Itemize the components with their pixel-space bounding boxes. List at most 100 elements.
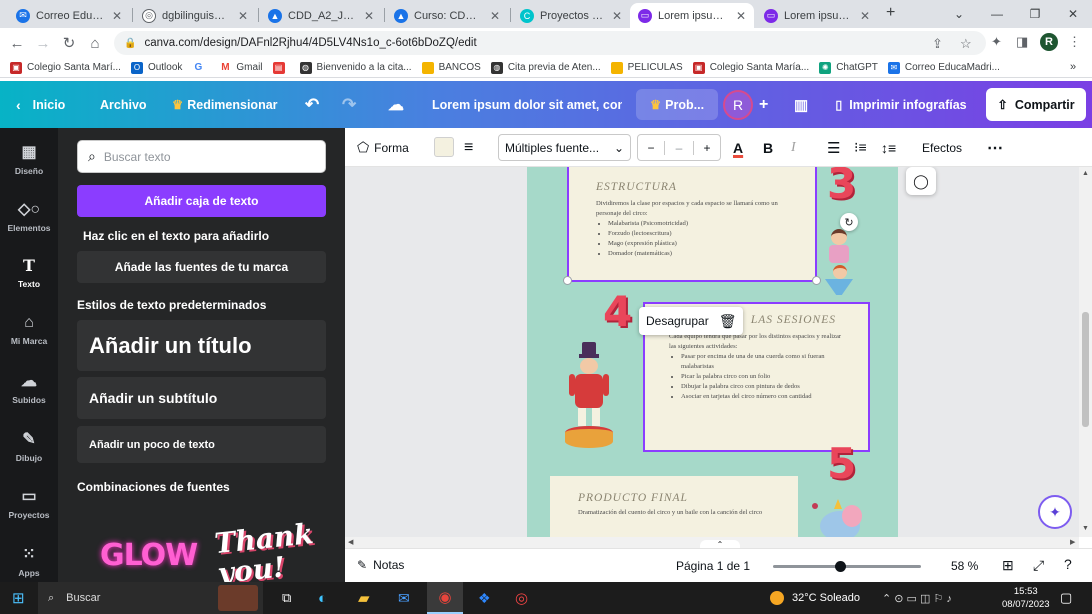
- cloud-sync-icon[interactable]: ☁: [388, 81, 404, 128]
- close-icon[interactable]: ✕: [112, 9, 122, 23]
- rail-item-projects[interactable]: ▭ Proyectos: [0, 486, 58, 520]
- browser-tab[interactable]: ▲ CDD_A2_JULIO23 ✕: [260, 3, 382, 28]
- add-brand-fonts-button[interactable]: Añade las fuentes de tu marca: [77, 251, 326, 283]
- design-canvas[interactable]: ESTRUCTURA Dividiremos la clase por espa…: [345, 167, 1079, 537]
- vertical-scrollbar[interactable]: ▲ ▼: [1079, 167, 1092, 537]
- browser-tab[interactable]: ✉ Correo EducaMadrid ✕: [8, 3, 130, 28]
- bookmark[interactable]: ◍ Bienvenido a la cita...: [299, 61, 412, 74]
- obs-icon[interactable]: ◎: [515, 582, 528, 614]
- add-collaborator-icon[interactable]: +: [759, 81, 768, 128]
- effects-button[interactable]: Efectos: [922, 128, 962, 167]
- edge-icon[interactable]: ◐: [318, 582, 327, 614]
- home-icon[interactable]: ⌂: [82, 35, 108, 52]
- fill-color-swatch[interactable]: [434, 137, 454, 157]
- decrease-size-button[interactable]: −: [638, 141, 664, 155]
- font-combo-thank-you[interactable]: Thank you!: [213, 517, 319, 582]
- bookmark[interactable]: ✺ ChatGPT: [819, 61, 878, 74]
- minimize-icon[interactable]: —: [978, 7, 1016, 21]
- italic-icon[interactable]: I: [791, 128, 796, 167]
- rail-item-uploads[interactable]: ☁ Subidos: [0, 371, 58, 405]
- resize-handle[interactable]: [563, 276, 572, 285]
- redo-icon[interactable]: ↷: [342, 81, 356, 128]
- page-indicator[interactable]: Página 1 de 1: [676, 559, 750, 573]
- file-menu-button[interactable]: Archivo: [100, 81, 147, 128]
- address-bar[interactable]: 🔒 canva.com/design/DAFnl2Rjhu4/4D5LV4Ns1…: [114, 31, 986, 55]
- close-icon[interactable]: ✕: [612, 9, 622, 23]
- document-title[interactable]: Lorem ipsum dolor sit amet, con...: [432, 81, 622, 128]
- add-subheading-button[interactable]: Añadir un subtítulo: [77, 377, 326, 419]
- search-input[interactable]: ⌕ Buscar texto: [77, 140, 326, 173]
- rail-item-draw[interactable]: ✎ Dibujo: [0, 429, 58, 463]
- scroll-thumb[interactable]: [1082, 312, 1089, 427]
- add-heading-button[interactable]: Añadir un título: [77, 320, 326, 371]
- ungroup-button[interactable]: Desagrupar 🗑: [639, 307, 744, 335]
- fullscreen-icon[interactable]: ⤢: [1033, 557, 1044, 574]
- chrome-taskbar-icon[interactable]: ◉: [427, 582, 463, 614]
- file-explorer-icon[interactable]: ▰: [358, 582, 370, 614]
- browser-tab[interactable]: C Proyectos - Canva ✕: [512, 3, 630, 28]
- add-text-box-button[interactable]: Añadir caja de texto: [77, 185, 326, 217]
- bookmark[interactable]: M Gmail: [219, 61, 263, 74]
- comment-icon[interactable]: ◯: [906, 167, 936, 195]
- mail-app-icon[interactable]: ✉: [398, 582, 410, 614]
- scroll-down-icon[interactable]: ▼: [1082, 525, 1089, 532]
- forward-icon[interactable]: →: [30, 35, 56, 52]
- bookmark-folder[interactable]: PELICULAS: [610, 61, 683, 74]
- collaborator-avatar[interactable]: R: [723, 90, 753, 120]
- bookmark[interactable]: O Outlook: [130, 61, 182, 74]
- new-tab-button[interactable]: +: [886, 4, 895, 22]
- scroll-left-icon[interactable]: ◀: [348, 538, 353, 546]
- acrobat-illustration[interactable]: [819, 225, 859, 297]
- rail-item-design[interactable]: ▦ Diseño: [0, 142, 58, 176]
- notifications-icon[interactable]: ▢: [1060, 582, 1072, 614]
- more-bookmarks-icon[interactable]: »: [1070, 61, 1076, 73]
- align-left-icon[interactable]: ☰: [827, 128, 840, 167]
- infographic-page[interactable]: ESTRUCTURA Dividiremos la clase por espa…: [527, 167, 898, 537]
- ringmaster-illustration[interactable]: [565, 342, 617, 452]
- bookmark[interactable]: ▤: [272, 61, 290, 74]
- print-infographics-button[interactable]: ▯ Imprimir infografías: [826, 89, 976, 120]
- browser-tab[interactable]: ▲ Curso: CDD - Nivel A2 ✕: [386, 3, 508, 28]
- resize-button[interactable]: ♛ Redimensionar: [172, 81, 278, 128]
- bookmark[interactable]: ✉ Correo EducaMadri...: [887, 61, 1000, 74]
- browser-tab[interactable]: ▭ Lorem ipsum dolor sit ✕: [756, 3, 878, 28]
- notes-button[interactable]: ✎ Notas: [357, 558, 404, 572]
- share-button[interactable]: ⇧ Compartir: [986, 88, 1086, 121]
- bold-icon[interactable]: B: [763, 128, 773, 167]
- close-icon[interactable]: ✕: [860, 9, 870, 23]
- menu-kebab-icon[interactable]: ⋮: [1068, 34, 1081, 50]
- task-view-icon[interactable]: ⧉: [282, 582, 291, 614]
- list-icon[interactable]: ⁝≡: [854, 128, 867, 167]
- rail-item-elements[interactable]: ◇○ Elementos: [0, 199, 58, 233]
- close-icon[interactable]: ✕: [364, 9, 374, 23]
- grid-view-icon[interactable]: ⊞: [1002, 557, 1014, 574]
- scroll-right-icon[interactable]: ▶: [1070, 538, 1075, 546]
- increase-size-button[interactable]: +: [694, 141, 720, 155]
- font-combo-glow[interactable]: GLOW: [100, 538, 198, 573]
- windows-start-icon[interactable]: ⊞: [12, 582, 25, 614]
- reload-icon[interactable]: ↻: [56, 34, 82, 52]
- sidepanel-icon[interactable]: ◨: [1016, 34, 1028, 50]
- tray-icons[interactable]: ⌃ ⊙ ▭ ◫ ⚐ ♪: [882, 582, 952, 614]
- star-icon[interactable]: ☆: [960, 36, 972, 52]
- bookmark[interactable]: ◍ Cita previa de Aten...: [490, 61, 601, 74]
- close-icon[interactable]: ✕: [490, 9, 500, 23]
- font-size-value[interactable]: –: [664, 140, 694, 155]
- close-window-icon[interactable]: ✕: [1054, 7, 1092, 21]
- border-style-icon[interactable]: ≡: [464, 128, 473, 167]
- close-icon[interactable]: ✕: [736, 9, 746, 23]
- rail-item-text[interactable]: T Texto: [0, 256, 58, 289]
- shape-button[interactable]: ⬠ Forma: [357, 128, 409, 167]
- bookmark[interactable]: ▣ Colegio Santa María...: [692, 61, 809, 74]
- magic-assistant-icon[interactable]: ✦: [1038, 495, 1072, 529]
- back-icon[interactable]: ←: [4, 35, 30, 52]
- tab-search-icon[interactable]: ⌄: [940, 7, 978, 21]
- browser-tab-active[interactable]: ▭ Lorem ipsum dolor sit ✕: [630, 3, 754, 28]
- pro-trial-button[interactable]: ♛ Prob...: [636, 89, 718, 120]
- final-product-card[interactable]: PRODUCTO FINAL Dramatización del cuento …: [550, 476, 798, 537]
- clock[interactable]: 15:53 08/07/2023: [1002, 585, 1050, 611]
- bookmark-folder[interactable]: BANCOS: [421, 61, 481, 74]
- profile-avatar[interactable]: R: [1040, 33, 1058, 51]
- close-icon[interactable]: ✕: [238, 9, 248, 23]
- home-button[interactable]: ‹ Inicio: [16, 81, 65, 128]
